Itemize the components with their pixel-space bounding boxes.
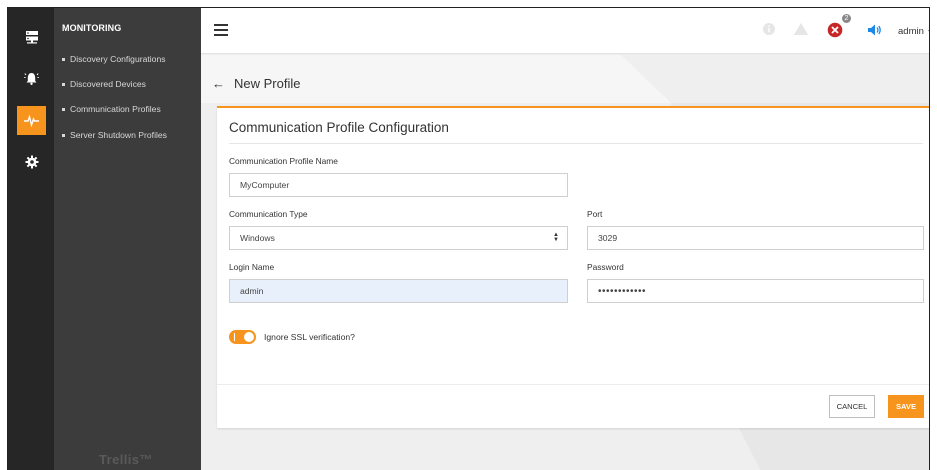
rail-monitoring[interactable] xyxy=(17,106,46,135)
cancel-button[interactable]: CANCEL xyxy=(829,395,875,418)
bullet-icon xyxy=(62,57,65,61)
footer-divider xyxy=(217,384,929,385)
profile-name-label: Communication Profile Name xyxy=(229,156,338,166)
rail-servers[interactable] xyxy=(17,22,46,51)
alarm-bell-icon xyxy=(24,73,39,85)
save-button[interactable]: SAVE xyxy=(888,395,924,418)
bullet-icon xyxy=(62,107,65,111)
login-name-label: Login Name xyxy=(229,262,275,272)
login-name-input[interactable]: admin xyxy=(229,279,568,303)
sidebar-item-label: Discovery Configurations xyxy=(70,54,166,64)
divider xyxy=(229,143,923,144)
sidebar-nav: MONITORING Discovery Configurations Disc… xyxy=(54,8,201,470)
hamburger-menu-icon[interactable] xyxy=(214,24,228,36)
info-icon[interactable] xyxy=(762,22,776,36)
password-label: Password xyxy=(587,262,624,272)
port-input[interactable]: 3029 xyxy=(587,226,924,250)
comm-type-label: Communication Type xyxy=(229,209,308,219)
sidebar-item-label: Discovered Devices xyxy=(70,79,146,89)
select-arrows-icon: ▲ ▼ xyxy=(553,232,559,243)
user-name: admin xyxy=(898,26,924,37)
toggle-on-mark xyxy=(234,333,235,341)
brand-logo: Trellis™ xyxy=(99,452,153,467)
error-count-badge: 2 xyxy=(841,13,852,24)
comm-type-select[interactable]: Windows ▲ ▼ xyxy=(229,226,568,250)
server-icon xyxy=(25,30,38,43)
password-value: •••••••••••• xyxy=(598,285,647,297)
back-arrow-icon[interactable]: ← xyxy=(212,76,225,91)
ssl-toggle-label: Ignore SSL verification? xyxy=(264,332,355,342)
page-title: New Profile xyxy=(234,76,301,91)
profile-config-card: Communication Profile Configuration Comm… xyxy=(217,106,929,428)
page-header: ← New Profile xyxy=(212,76,300,91)
sidebar-item-label: Communication Profiles xyxy=(70,104,161,114)
profile-name-input[interactable]: MyComputer xyxy=(229,173,568,197)
main-content: ← New Profile Communication Profile Conf… xyxy=(201,55,929,470)
card-title: Communication Profile Configuration xyxy=(229,120,449,135)
bullet-icon xyxy=(62,133,65,137)
top-bar: 2 admin▼ xyxy=(201,8,929,54)
sidebar-item-communication-profiles[interactable]: Communication Profiles xyxy=(62,104,161,114)
profile-name-value: MyComputer xyxy=(240,180,290,190)
error-icon[interactable] xyxy=(827,22,843,38)
password-input[interactable]: •••••••••••• xyxy=(587,279,924,303)
app-frame: MONITORING Discovery Configurations Disc… xyxy=(7,7,930,470)
user-menu[interactable]: admin▼ xyxy=(898,26,929,37)
toggle-knob xyxy=(244,332,254,342)
icon-rail xyxy=(8,8,54,470)
rail-settings[interactable] xyxy=(17,147,46,176)
sidebar-item-discovery-configurations[interactable]: Discovery Configurations xyxy=(62,54,166,64)
chevron-down-icon: ▼ xyxy=(927,29,929,36)
comm-type-value: Windows xyxy=(240,233,275,243)
bullet-icon xyxy=(62,82,65,86)
pulse-icon xyxy=(24,114,39,127)
login-name-value: admin xyxy=(240,286,264,296)
gear-icon xyxy=(25,155,38,168)
port-label: Port xyxy=(587,209,603,219)
speaker-icon[interactable] xyxy=(867,23,882,37)
ssl-toggle[interactable] xyxy=(229,330,256,344)
sidebar-item-discovered-devices[interactable]: Discovered Devices xyxy=(62,79,146,89)
sidebar-item-server-shutdown-profiles[interactable]: Server Shutdown Profiles xyxy=(62,130,167,140)
rail-alarms[interactable] xyxy=(17,64,46,93)
port-value: 3029 xyxy=(598,233,618,243)
sidebar-item-label: Server Shutdown Profiles xyxy=(70,130,167,140)
warning-icon[interactable] xyxy=(793,22,809,36)
nav-section-title: MONITORING xyxy=(62,23,122,33)
